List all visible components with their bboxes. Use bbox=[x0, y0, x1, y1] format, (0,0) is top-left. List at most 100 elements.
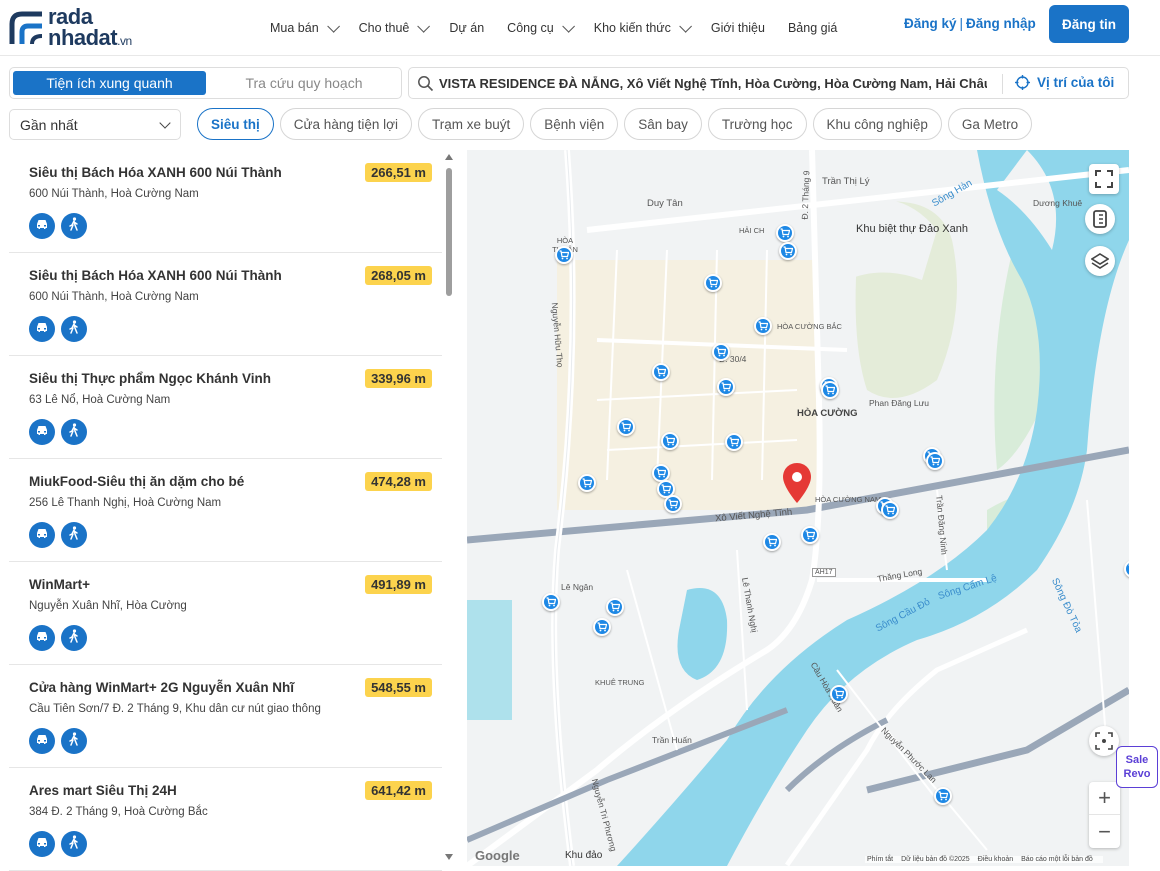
register-link[interactable]: Đăng ký bbox=[904, 16, 957, 31]
my-location-button[interactable]: Vị trí của tôi bbox=[1015, 75, 1114, 90]
site-header: rada nhadat.vn Mua bán Cho thuê Dự án Cô… bbox=[0, 0, 1160, 56]
supermarket-pin-icon[interactable] bbox=[652, 363, 670, 381]
map-shortcuts-link[interactable]: Phím tắt bbox=[867, 856, 893, 863]
walking-icon bbox=[68, 731, 80, 751]
walking-directions-button[interactable] bbox=[61, 419, 87, 445]
tab-planning-lookup[interactable]: Tra cứu quy hoạch bbox=[208, 71, 400, 95]
result-distance-badge: 268,05 m bbox=[365, 266, 432, 285]
site-logo[interactable]: rada nhadat.vn bbox=[8, 6, 158, 50]
chip-cua-hang-tien-loi[interactable]: Cửa hàng tiện lợi bbox=[279, 108, 412, 140]
nav-kho-kien-thuc[interactable]: Kho kiến thức bbox=[594, 19, 692, 35]
nav-bang-gia[interactable]: Bảng giá bbox=[788, 21, 837, 35]
result-item[interactable]: Ares mart Siêu Thị 24H 641,42 m 384 Đ. 2 T… bbox=[9, 768, 442, 871]
driving-directions-button[interactable] bbox=[29, 522, 55, 548]
post-listing-button[interactable]: Đăng tin bbox=[1049, 5, 1129, 43]
promo-badge[interactable]: Sale Revo bbox=[1116, 746, 1158, 788]
driving-directions-button[interactable] bbox=[29, 213, 55, 239]
nav-gioi-thieu[interactable]: Giới thiệu bbox=[711, 21, 765, 35]
zoom-in-button[interactable]: + bbox=[1089, 782, 1120, 815]
map-report-link[interactable]: Báo cáo một lỗi bản đồ bbox=[1021, 856, 1093, 863]
driving-directions-button[interactable] bbox=[29, 316, 55, 342]
result-address: 384 Đ. 2 Tháng 9, Hoà Cường Bắc bbox=[29, 806, 208, 818]
supermarket-pin-icon[interactable] bbox=[542, 593, 560, 611]
scrollbar-thumb[interactable] bbox=[446, 168, 452, 296]
driving-directions-button[interactable] bbox=[29, 831, 55, 857]
selected-location-pin-icon[interactable] bbox=[783, 463, 811, 505]
result-item[interactable]: Cửa hàng WinMart+ 2G Nguyễn Xuân Nhĩ 548,… bbox=[9, 665, 442, 768]
supermarket-pin-icon[interactable] bbox=[704, 274, 722, 292]
fullscreen-button[interactable] bbox=[1089, 164, 1119, 194]
nav-cong-cu[interactable]: Công cụ bbox=[507, 19, 575, 35]
supermarket-pin-icon[interactable] bbox=[801, 526, 819, 544]
walking-directions-button[interactable] bbox=[61, 728, 87, 754]
results-list: Siêu thị Bách Hóa XANH 600 Núi Thành 266,… bbox=[9, 150, 442, 871]
walking-directions-button[interactable] bbox=[61, 625, 87, 651]
supermarket-pin-icon[interactable] bbox=[830, 685, 848, 703]
supermarket-pin-icon[interactable] bbox=[664, 495, 682, 513]
supermarket-pin-icon[interactable] bbox=[606, 598, 624, 616]
auth-separator: | bbox=[959, 16, 964, 31]
walking-directions-button[interactable] bbox=[61, 213, 87, 239]
walking-directions-button[interactable] bbox=[61, 316, 87, 342]
result-item[interactable]: Siêu thị Thực phẩm Ngọc Khánh Vinh 339,96… bbox=[9, 356, 442, 459]
scroll-down-arrow-icon[interactable] bbox=[445, 854, 453, 860]
nav-mua-ban[interactable]: Mua bán bbox=[270, 19, 340, 35]
chip-ga-metro[interactable]: Ga Metro bbox=[947, 108, 1033, 140]
supermarket-pin-icon[interactable] bbox=[617, 418, 635, 436]
chevron-down-icon bbox=[417, 19, 431, 33]
logo-mark-icon bbox=[9, 11, 43, 45]
sort-select[interactable]: Gần nhất bbox=[9, 109, 181, 140]
fullscreen-icon bbox=[1095, 170, 1113, 188]
auth-links: Đăng ký | Đăng nhập bbox=[904, 16, 1036, 31]
supermarket-pin-icon[interactable] bbox=[593, 618, 611, 636]
car-icon bbox=[35, 526, 49, 544]
promo-line-2: Revo bbox=[1123, 768, 1151, 780]
walking-directions-button[interactable] bbox=[61, 522, 87, 548]
supermarket-pin-icon[interactable] bbox=[725, 433, 743, 451]
supermarket-pin-icon[interactable] bbox=[926, 452, 944, 470]
supermarket-pin-icon[interactable] bbox=[821, 381, 839, 399]
result-item[interactable]: Siêu thị Bách Hóa XANH 600 Núi Thành 268,… bbox=[9, 253, 442, 356]
nav-du-an[interactable]: Dự án bbox=[449, 21, 484, 35]
supermarket-pin-icon[interactable] bbox=[776, 224, 794, 242]
map-view[interactable]: Khu biệt thự Đảo Xanh HÒA CƯỜNG HÒA CƯỜN… bbox=[467, 150, 1129, 866]
zoom-out-button[interactable]: − bbox=[1089, 815, 1120, 848]
supermarket-pin-icon[interactable] bbox=[717, 378, 735, 396]
result-item[interactable]: Siêu thị Bách Hóa XANH 600 Núi Thành 266,… bbox=[9, 150, 442, 253]
recenter-button[interactable] bbox=[1089, 726, 1119, 756]
scroll-up-arrow-icon[interactable] bbox=[445, 154, 453, 160]
result-actions bbox=[29, 831, 93, 857]
walking-directions-button[interactable] bbox=[61, 831, 87, 857]
chip-tram-xe-buyt[interactable]: Trạm xe buýt bbox=[417, 108, 525, 140]
supermarket-pin-icon[interactable] bbox=[881, 501, 899, 519]
supermarket-pin-icon[interactable] bbox=[934, 787, 952, 805]
supermarket-pin-icon[interactable] bbox=[754, 317, 772, 335]
map-label-khu-biet-thu: Khu biệt thự Đảo Xanh bbox=[856, 223, 968, 235]
supermarket-pin-icon[interactable] bbox=[661, 432, 679, 450]
driving-directions-button[interactable] bbox=[29, 728, 55, 754]
supermarket-pin-icon[interactable] bbox=[763, 533, 781, 551]
result-item[interactable]: MiukFood-Siêu thị ăn dặm cho bé 474,28 m 2… bbox=[9, 459, 442, 562]
layers-button[interactable] bbox=[1085, 246, 1115, 276]
map-terms-link[interactable]: Điều khoản bbox=[978, 856, 1013, 863]
search-input[interactable]: VISTA RESIDENCE ĐÀ NẴNG, Xô Viết Nghệ Tĩ… bbox=[439, 76, 987, 91]
driving-directions-button[interactable] bbox=[29, 419, 55, 445]
supermarket-pin-icon[interactable] bbox=[578, 474, 596, 492]
car-icon bbox=[35, 217, 49, 235]
driving-directions-button[interactable] bbox=[29, 625, 55, 651]
results-scrollbar[interactable] bbox=[443, 152, 455, 862]
supermarket-pin-icon[interactable] bbox=[555, 246, 573, 264]
chip-sieu-thi[interactable]: Siêu thị bbox=[197, 108, 274, 140]
chip-benh-vien[interactable]: Bệnh viện bbox=[530, 108, 619, 140]
nav-cho-thue[interactable]: Cho thuê bbox=[359, 19, 431, 35]
tab-nearby-amenities[interactable]: Tiện ích xung quanh bbox=[13, 71, 206, 95]
supermarket-pin-icon[interactable] bbox=[779, 242, 797, 260]
chip-truong-hoc[interactable]: Trường học bbox=[707, 108, 807, 140]
result-name: Cửa hàng WinMart+ 2G Nguyễn Xuân Nhĩ bbox=[29, 680, 295, 695]
supermarket-pin-icon[interactable] bbox=[712, 343, 730, 361]
login-link[interactable]: Đăng nhập bbox=[966, 16, 1036, 31]
legend-button[interactable] bbox=[1085, 204, 1115, 234]
chip-khu-cong-nghiep[interactable]: Khu công nghiệp bbox=[812, 108, 942, 140]
chip-san-bay[interactable]: Sân bay bbox=[624, 108, 702, 140]
result-item[interactable]: WinMart+ 491,89 m Nguyễn Xuân Nhĩ, Hòa Cườ… bbox=[9, 562, 442, 665]
